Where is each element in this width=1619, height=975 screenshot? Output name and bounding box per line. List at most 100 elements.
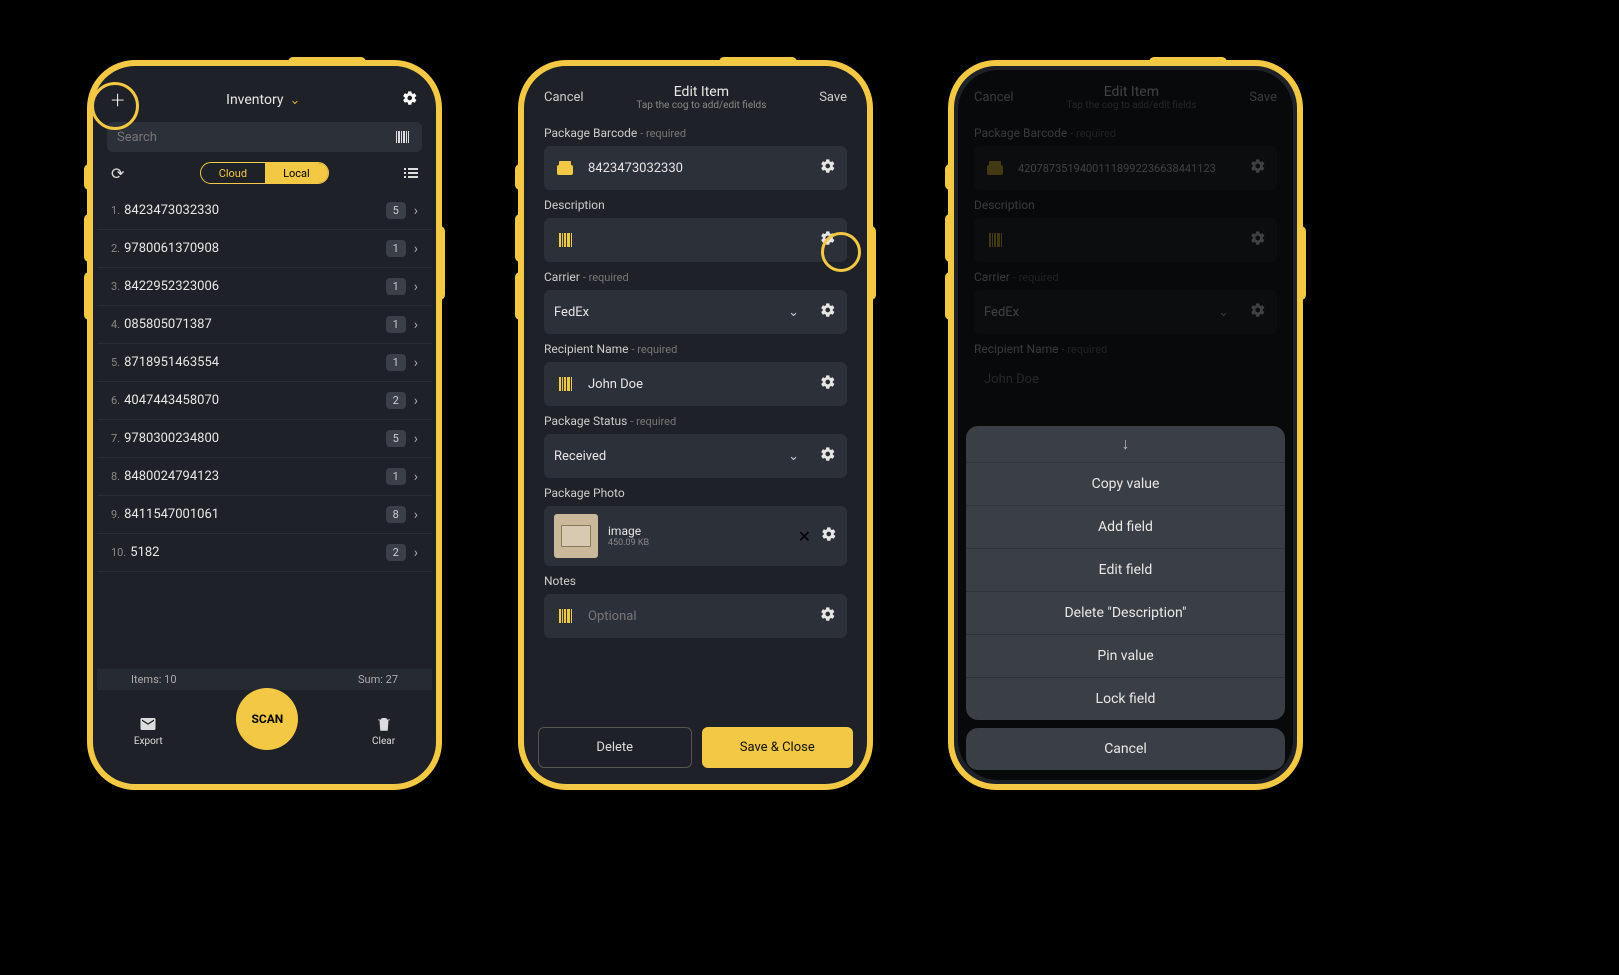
trash-icon: [375, 715, 393, 733]
page-title-dropdown[interactable]: Inventory ⌄: [226, 92, 300, 108]
gear-icon: [402, 90, 418, 106]
chevron-down-icon: ⌄: [788, 305, 799, 320]
inventory-row[interactable]: 3.84229523230061›: [97, 268, 432, 306]
inventory-row[interactable]: 1.84234730323305›: [97, 192, 432, 230]
chevron-right-icon: ›: [414, 393, 418, 409]
field-gear-button[interactable]: [821, 526, 837, 546]
sheet-delete-field[interactable]: Delete "Description": [966, 592, 1285, 635]
page-title-text: Inventory: [226, 92, 283, 108]
field-gear-button[interactable]: [819, 446, 837, 466]
gear-icon: [819, 302, 837, 318]
inventory-row[interactable]: 4.0858050713871›: [97, 306, 432, 344]
row-index: 1.: [111, 204, 120, 217]
inventory-row[interactable]: 9.84115470010618›: [97, 496, 432, 534]
save-close-button[interactable]: Save & Close: [702, 727, 854, 768]
row-barcode: 9780061370908: [124, 241, 386, 256]
inventory-row[interactable]: 2. 97800613709081 ›: [97, 230, 432, 268]
sheet-lock-field[interactable]: Lock field: [966, 678, 1285, 720]
row-index: 4.: [111, 318, 120, 331]
gear-icon: [819, 606, 837, 622]
scan-button[interactable]: SCAN: [236, 688, 298, 750]
row-barcode: 4047443458070: [124, 393, 386, 408]
gear-icon: [819, 446, 837, 462]
clear-label: Clear: [372, 736, 395, 747]
row-count-badge: 1: [386, 240, 406, 257]
row-count-badge: 5: [386, 430, 406, 447]
description-label: Description: [544, 198, 605, 212]
list-view-toggle-icon[interactable]: [404, 168, 418, 178]
phone-edit-item: Cancel Edit Item Tap the cog to add/edit…: [518, 60, 873, 790]
chevron-right-icon: ›: [414, 469, 418, 485]
inventory-row[interactable]: 7.97803002348005›: [97, 420, 432, 458]
field-gear-button[interactable]: [819, 374, 837, 394]
sheet-pin-value[interactable]: Pin value: [966, 635, 1285, 678]
barcode-field[interactable]: 8423473032330: [544, 146, 847, 190]
photo-label: Package Photo: [544, 486, 625, 500]
photo-field[interactable]: image 450.09 KB ✕: [544, 506, 847, 566]
status-field[interactable]: Received ⌄: [544, 434, 847, 478]
package-thumbnail: [554, 514, 598, 558]
photo-name: image: [608, 524, 788, 538]
gear-icon: [821, 526, 837, 542]
phone-action-sheet: Cancel Edit Item Tap the cog to add/edit…: [948, 60, 1303, 790]
status-required: - required: [630, 415, 676, 428]
inventory-row[interactable]: 6.40474434580702›: [97, 382, 432, 420]
row-index: 6.: [111, 394, 120, 407]
row-barcode: 8718951463554: [124, 355, 386, 370]
row-index: 9.: [111, 508, 120, 521]
inventory-row[interactable]: 5.87189514635541›: [97, 344, 432, 382]
print-icon: [557, 161, 573, 175]
barcode-icon: [559, 233, 572, 247]
description-field[interactable]: [544, 218, 847, 262]
cancel-button[interactable]: Cancel: [544, 90, 584, 105]
callout-gear-button: [821, 232, 861, 272]
carrier-field[interactable]: FedEx ⌄: [544, 290, 847, 334]
items-count-label: Items: 10: [131, 673, 177, 686]
settings-button[interactable]: [402, 90, 418, 110]
export-button[interactable]: Export: [134, 715, 163, 747]
row-count-badge: 1: [386, 468, 406, 485]
search-input[interactable]: [117, 130, 396, 145]
carrier-label: Carrier: [544, 270, 580, 284]
chevron-down-icon: ⌄: [289, 93, 300, 108]
recipient-field[interactable]: John Doe: [544, 362, 847, 406]
chevron-right-icon: ›: [414, 431, 418, 447]
chevron-down-icon: ⌄: [788, 449, 799, 464]
chevron-right-icon: ›: [414, 279, 418, 295]
chevron-right-icon: ›: [414, 241, 418, 257]
cloud-local-toggle[interactable]: Cloud Local: [200, 162, 329, 184]
barcode-icon: [559, 609, 572, 623]
remove-photo-icon[interactable]: ✕: [798, 527, 811, 546]
field-gear-button[interactable]: [819, 302, 837, 322]
refresh-icon[interactable]: ⟳: [111, 164, 124, 183]
row-barcode: 8480024794123: [124, 469, 386, 484]
status-value: Received: [554, 449, 776, 464]
field-gear-button[interactable]: [819, 158, 837, 178]
sheet-add-field[interactable]: Add field: [966, 506, 1285, 549]
save-button[interactable]: Save: [819, 90, 847, 105]
row-index: 10.: [111, 546, 126, 559]
inventory-row[interactable]: 10.51822›: [97, 534, 432, 572]
sheet-edit-field[interactable]: Edit field: [966, 549, 1285, 592]
recipient-required: - required: [631, 343, 677, 356]
inventory-row[interactable]: 8.84800247941231›: [97, 458, 432, 496]
barcode-scan-icon[interactable]: [396, 131, 412, 143]
row-index: 2.: [111, 242, 120, 255]
chevron-right-icon: ›: [414, 317, 418, 333]
notes-field[interactable]: Optional: [544, 594, 847, 638]
gear-icon: [819, 158, 837, 174]
clear-button[interactable]: Clear: [372, 715, 395, 747]
row-index: 3.: [111, 280, 120, 293]
carrier-value: FedEx: [554, 305, 776, 320]
delete-button[interactable]: Delete: [538, 727, 692, 768]
sheet-cancel[interactable]: Cancel: [966, 728, 1285, 770]
row-index: 5.: [111, 356, 120, 369]
seg-local[interactable]: Local: [265, 163, 328, 183]
barcode-required: - required: [640, 127, 686, 140]
search-bar[interactable]: [107, 122, 422, 152]
chevron-right-icon: ›: [414, 203, 418, 219]
seg-cloud[interactable]: Cloud: [201, 163, 265, 183]
notes-label: Notes: [544, 574, 576, 588]
sheet-copy-value[interactable]: Copy value: [966, 463, 1285, 506]
field-gear-button[interactable]: [819, 606, 837, 626]
